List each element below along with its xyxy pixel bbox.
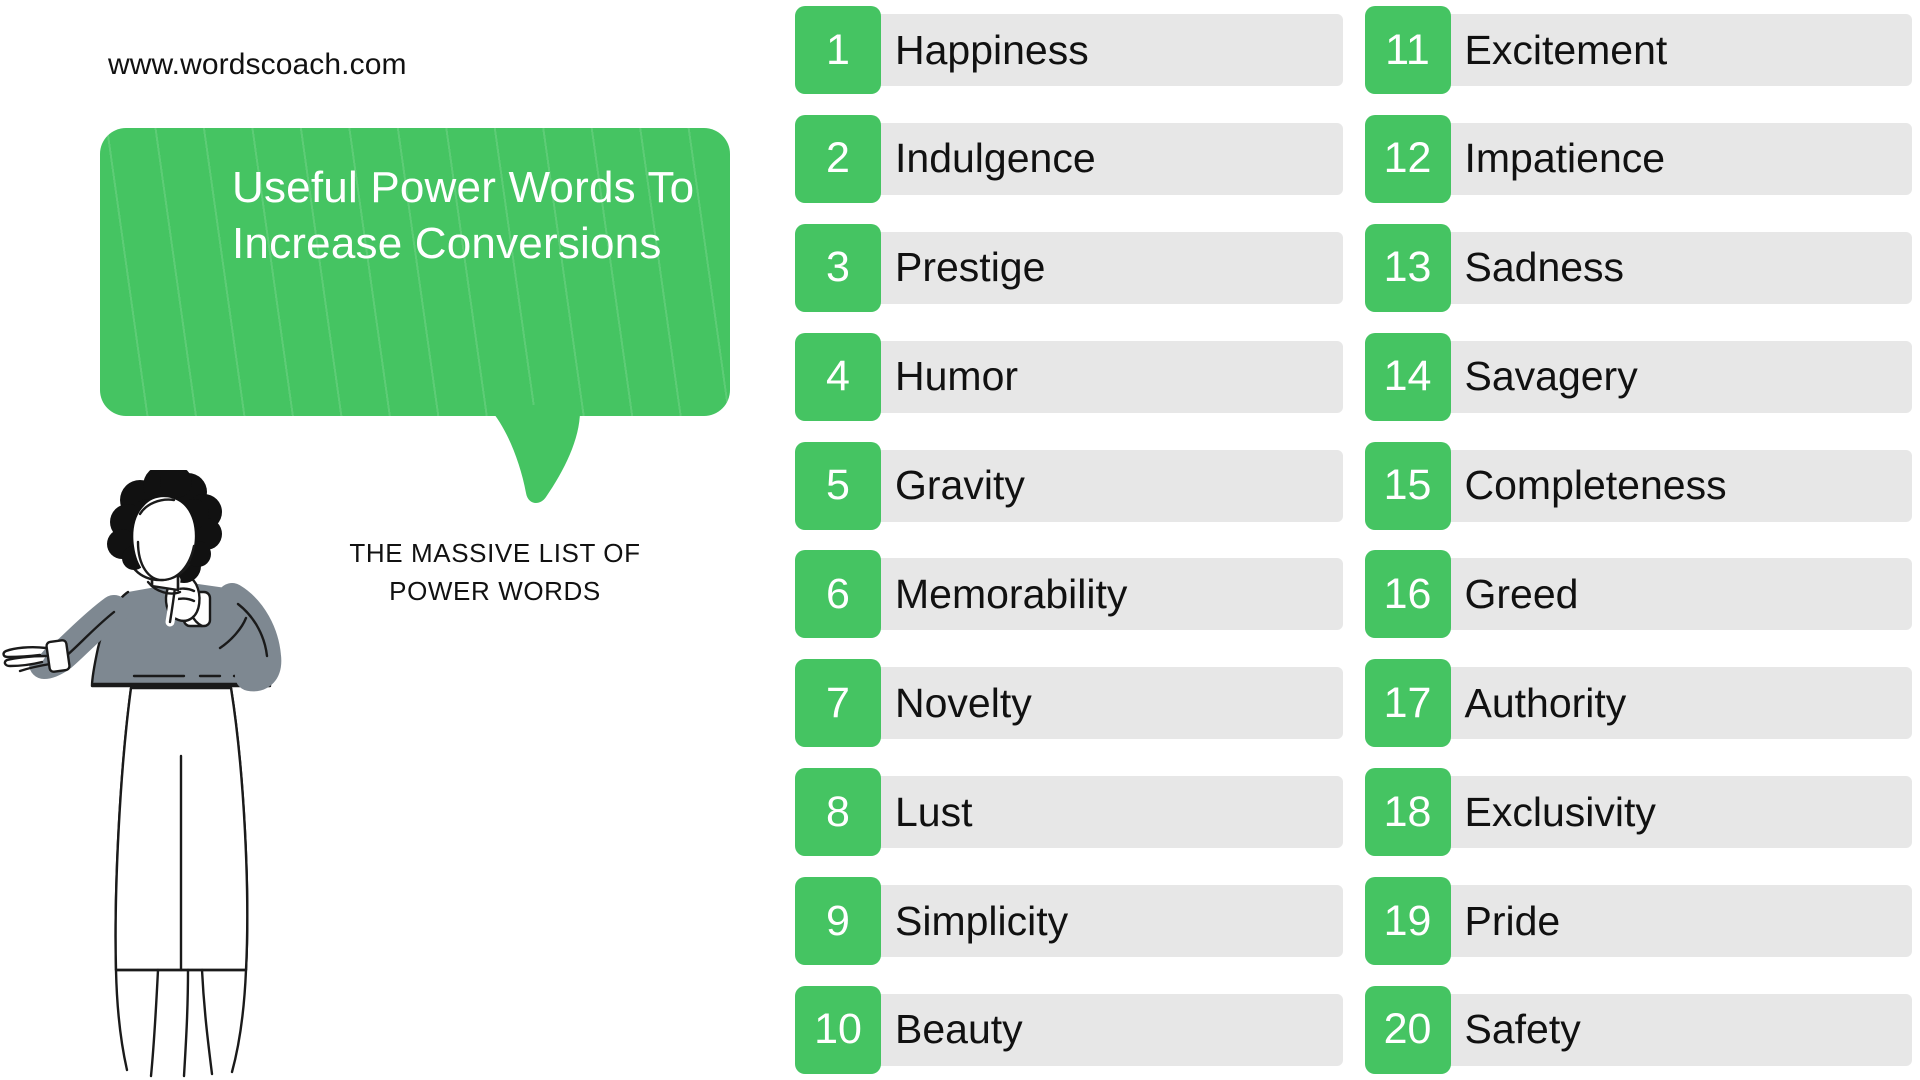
row-number-badge: 1 (795, 6, 881, 94)
row-number-badge: 18 (1364, 768, 1451, 857)
word-row[interactable]: 6 Memorability (795, 550, 1343, 639)
list-caption: THE MASSIVE LIST OF POWER WORDS (300, 535, 690, 610)
row-word-label: Humor (895, 353, 1019, 400)
caption-line-1: THE MASSIVE LIST OF (349, 538, 641, 568)
row-number-badge: 5 (795, 441, 881, 530)
word-row[interactable]: 17 Authority (1364, 659, 1912, 748)
row-number-badge: 14 (1364, 332, 1451, 421)
row-number-badge: 12 (1364, 114, 1451, 203)
row-number-badge: 8 (795, 768, 881, 857)
row-word-label: Completeness (1464, 462, 1727, 508)
word-row[interactable]: 19 Pride (1364, 877, 1912, 965)
row-word-label: Gravity (895, 462, 1025, 508)
row-word-label: Pride (1464, 897, 1561, 944)
site-url-label: www.wordscoach.com (108, 48, 407, 81)
word-column-right: 11 Excitement 12 Impatience 13 Sadness 1… (1364, 6, 1912, 1074)
row-number-badge: 10 (795, 985, 881, 1074)
row-word-label: Savagery (1464, 353, 1638, 400)
row-number-badge: 17 (1364, 659, 1451, 748)
row-number-badge: 3 (795, 223, 881, 312)
word-row[interactable]: 14 Savagery (1364, 332, 1912, 421)
row-number-badge: 7 (795, 659, 881, 748)
row-number-badge: 20 (1364, 985, 1451, 1074)
speech-bubble: Useful Power Words To Increase Conversio… (100, 128, 730, 416)
speech-bubble-tail-icon (490, 405, 580, 503)
row-word-label: Indulgence (895, 135, 1096, 182)
row-word-label: Prestige (895, 244, 1046, 291)
row-word-label: Exclusivity (1464, 788, 1656, 835)
row-word-label: Simplicity (895, 897, 1069, 944)
row-word-label: Happiness (895, 26, 1089, 73)
row-number-badge: 6 (795, 550, 881, 639)
word-row[interactable]: 8 Lust (795, 768, 1343, 857)
word-row[interactable]: 15 Completeness (1364, 441, 1912, 530)
row-number-badge: 16 (1364, 550, 1451, 639)
word-row[interactable]: 13 Sadness (1364, 223, 1912, 312)
row-word-label: Novelty (895, 679, 1032, 726)
row-word-label: Authority (1464, 679, 1627, 726)
row-number-badge: 19 (1364, 877, 1451, 965)
row-word-label: Sadness (1464, 244, 1625, 291)
left-panel: www.wordscoach.com Useful Power Words To… (0, 0, 790, 1080)
row-number-badge: 9 (795, 877, 881, 965)
row-number-badge: 11 (1364, 6, 1451, 94)
row-word-label: Beauty (895, 1006, 1023, 1053)
word-row[interactable]: 12 Impatience (1364, 114, 1912, 203)
word-row[interactable]: 20 Safety (1364, 985, 1912, 1074)
word-row[interactable]: 3 Prestige (795, 223, 1343, 312)
row-word-label: Impatience (1464, 135, 1666, 182)
row-word-label: Safety (1464, 1006, 1581, 1053)
caption-line-2: POWER WORDS (389, 575, 601, 606)
word-row[interactable]: 1 Happiness (795, 6, 1343, 94)
row-word-label: Excitement (1464, 26, 1668, 73)
row-number-badge: 15 (1364, 441, 1451, 530)
word-row[interactable]: 2 Indulgence (795, 114, 1343, 203)
row-number-badge: 4 (795, 332, 881, 421)
poster-title: Useful Power Words To Increase Conversio… (232, 163, 695, 269)
power-words-list: 1 Happiness 2 Indulgence 3 Prestige 4 Hu… (795, 0, 1920, 1080)
row-word-label: Memorability (895, 570, 1128, 617)
row-word-label: Greed (1464, 570, 1579, 617)
row-word-label: Lust (895, 788, 973, 835)
word-column-left: 1 Happiness 2 Indulgence 3 Prestige 4 Hu… (795, 6, 1343, 1074)
word-row[interactable]: 18 Exclusivity (1364, 768, 1912, 857)
word-row[interactable]: 16 Greed (1364, 550, 1912, 639)
row-number-badge: 2 (795, 114, 881, 203)
word-row[interactable]: 10 Beauty (795, 985, 1343, 1074)
word-row[interactable]: 5 Gravity (795, 441, 1343, 530)
word-row[interactable]: 7 Novelty (795, 659, 1343, 748)
word-row[interactable]: 11 Excitement (1364, 6, 1912, 94)
word-row[interactable]: 4 Humor (795, 332, 1343, 421)
word-row[interactable]: 9 Simplicity (795, 877, 1343, 965)
row-number-badge: 13 (1364, 223, 1451, 312)
woman-with-microphone-illustration (2, 470, 282, 1078)
poster-canvas: www.wordscoach.com Useful Power Words To… (0, 0, 1920, 1080)
